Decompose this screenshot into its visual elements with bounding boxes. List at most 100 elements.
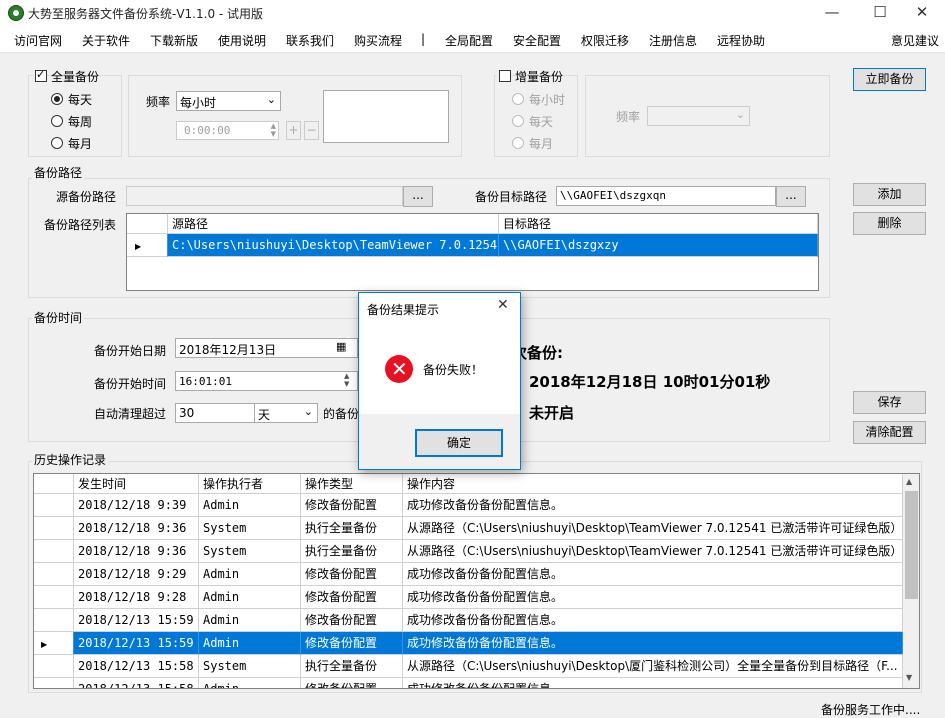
history-cell-time[interactable]: 2018/12/13 15:59: [74, 609, 199, 632]
history-cell-time[interactable]: 2018/12/18 9:29: [74, 563, 199, 586]
history-header-content[interactable]: 操作内容: [403, 474, 903, 494]
history-cell-time[interactable]: 2018/12/13 15:58: [74, 678, 199, 688]
history-header-type[interactable]: 操作类型: [301, 474, 403, 494]
minimize-button[interactable]: —: [809, 0, 855, 26]
full-daily-radio[interactable]: [51, 93, 63, 105]
menu-download[interactable]: 下载新版: [150, 32, 198, 49]
start-date-input[interactable]: 2018年12月13日 ▦: [175, 338, 358, 358]
menu-manual[interactable]: 使用说明: [218, 32, 266, 49]
scroll-down-icon[interactable]: ▼: [906, 673, 912, 682]
close-window-button[interactable]: ✕: [899, 0, 945, 26]
history-cell-content[interactable]: 从源路径（C:\Users\niushuyi\Desktop\TeamViewe…: [403, 540, 903, 563]
history-cell-type[interactable]: 修改备份配置: [301, 563, 403, 586]
history-cell-time[interactable]: 2018/12/18 9:36: [74, 540, 199, 563]
time-spinner-icon[interactable]: ▲ ▼: [271, 122, 276, 138]
dialog-close-button[interactable]: ✕: [497, 297, 509, 313]
history-group-label: 历史操作记录: [32, 451, 109, 468]
history-cell-user[interactable]: Admin: [199, 494, 301, 517]
incremental-backup-checkbox[interactable]: [499, 70, 511, 82]
path-list-table[interactable]: 源路径 目标路径 ▶ C:\Users\niushuyi\Desktop\Tea…: [126, 213, 819, 291]
history-cell-content[interactable]: 成功修改备份备份配置信息。: [403, 586, 903, 609]
full-frequency-select[interactable]: 每小时 ⌄: [176, 91, 281, 111]
history-scrollbar[interactable]: ▲ ▼: [903, 474, 919, 688]
history-cell-user[interactable]: Admin: [199, 563, 301, 586]
menu-official-site[interactable]: 访问官网: [14, 32, 62, 49]
inc-monthly-radio[interactable]: [512, 137, 524, 149]
menu-remote-help[interactable]: 远程协助: [717, 32, 765, 49]
history-cell-time[interactable]: 2018/12/13 15:58: [74, 655, 199, 678]
source-path-input[interactable]: [126, 186, 403, 206]
history-cell-time[interactable]: 2018/12/18 9:28: [74, 586, 199, 609]
path-header-source[interactable]: 源路径: [168, 214, 499, 234]
history-cell-content[interactable]: 成功修改备份备份配置信息。: [403, 632, 903, 655]
history-cell-type[interactable]: 执行全量备份: [301, 540, 403, 563]
history-cell-type[interactable]: 修改备份配置: [301, 494, 403, 517]
history-cell-time[interactable]: 2018/12/18 9:36: [74, 517, 199, 540]
full-backup-checkbox[interactable]: ✓: [35, 68, 47, 82]
path-row-source[interactable]: C:\Users\niushuyi\Desktop\TeamViewer 7.0…: [168, 234, 499, 257]
history-cell-user[interactable]: Admin: [199, 586, 301, 609]
history-cell-user[interactable]: System: [199, 517, 301, 540]
history-cell-content[interactable]: 成功修改备份备份配置信息。: [403, 563, 903, 586]
menu-feedback[interactable]: 意见建议: [891, 32, 939, 49]
target-browse-button[interactable]: ...: [776, 186, 806, 207]
history-cell-content[interactable]: 成功修改备份备份配置信息。: [403, 678, 903, 688]
history-table[interactable]: 发生时间 操作执行者 操作类型 操作内容 2018/12/18 9:39 Admi…: [33, 473, 920, 689]
menu-about[interactable]: 关于软件: [82, 32, 130, 49]
app-logo-icon: [8, 5, 24, 21]
menu-contact[interactable]: 联系我们: [286, 32, 334, 49]
menu-security-config[interactable]: 安全配置: [513, 32, 561, 49]
full-time-input[interactable]: 0:00:00 ▲ ▼: [176, 121, 279, 140]
scroll-up-icon[interactable]: ▲: [906, 477, 912, 486]
scrollbar-thumb[interactable]: [905, 491, 918, 599]
history-cell-user[interactable]: Admin: [199, 678, 301, 688]
full-weekly-radio[interactable]: [51, 115, 63, 127]
history-cell-type[interactable]: 执行全量备份: [301, 517, 403, 540]
history-cell-type[interactable]: 执行全量备份: [301, 655, 403, 678]
dialog-ok-button[interactable]: 确定: [415, 429, 503, 457]
menu-purchase[interactable]: 购买流程: [354, 32, 402, 49]
save-button[interactable]: 保存: [853, 391, 926, 414]
history-cell-content[interactable]: 从源路径（C:\Users\niushuyi\Desktop\TeamViewe…: [403, 517, 903, 540]
history-header-time[interactable]: 发生时间: [74, 474, 199, 494]
history-cell-user[interactable]: System: [199, 540, 301, 563]
full-time-list[interactable]: [323, 90, 449, 143]
full-monthly-radio[interactable]: [51, 137, 63, 149]
source-browse-button[interactable]: ...: [403, 186, 433, 207]
time-spinner-icon[interactable]: ▲ ▼: [344, 372, 349, 388]
history-header-user[interactable]: 操作执行者: [199, 474, 301, 494]
start-time-value: 16:01:01: [179, 375, 232, 388]
history-cell-user[interactable]: Admin: [199, 632, 301, 655]
start-time-input[interactable]: 16:01:01 ▲ ▼: [175, 371, 358, 391]
history-cell-user[interactable]: Admin: [199, 609, 301, 632]
calendar-icon[interactable]: ▦: [336, 340, 346, 353]
add-path-button[interactable]: 添加: [853, 183, 926, 206]
history-cell-content[interactable]: 从源路径（C:\Users\niushuyi\Desktop\厦门鉴科检测公司）…: [403, 655, 903, 678]
menu-global-config[interactable]: 全局配置: [445, 32, 493, 49]
full-time-minus-button[interactable]: −: [304, 121, 319, 140]
history-cell-type[interactable]: 修改备份配置: [301, 586, 403, 609]
history-cell-user[interactable]: System: [199, 655, 301, 678]
path-header-target[interactable]: 目标路径: [499, 214, 818, 234]
maximize-button[interactable]: ☐: [857, 0, 903, 26]
path-row-target[interactable]: \\GAOFEI\dszgxzy: [499, 234, 818, 257]
menu-registration[interactable]: 注册信息: [649, 32, 697, 49]
backup-now-button[interactable]: 立即备份: [853, 68, 926, 91]
history-cell-type[interactable]: 修改备份配置: [301, 678, 403, 688]
target-path-input[interactable]: \\GAOFEI\dszgxqn: [556, 186, 776, 206]
clear-config-button[interactable]: 清除配置: [853, 421, 926, 444]
auto-clean-days-input[interactable]: 30: [175, 403, 255, 423]
delete-path-button[interactable]: 删除: [853, 212, 926, 235]
history-cell-time[interactable]: 2018/12/18 9:39: [74, 494, 199, 517]
inc-daily-radio[interactable]: [512, 115, 524, 127]
history-cell-time[interactable]: 2018/12/13 15:59: [74, 632, 199, 655]
inc-frequency-select[interactable]: ⌄: [647, 106, 750, 126]
full-time-plus-button[interactable]: +: [286, 121, 301, 140]
history-cell-type[interactable]: 修改备份配置: [301, 609, 403, 632]
inc-hourly-radio[interactable]: [512, 93, 524, 105]
menu-permission-migration[interactable]: 权限迁移: [581, 32, 629, 49]
auto-clean-unit-select[interactable]: 天 ⌄: [254, 403, 318, 423]
history-cell-type[interactable]: 修改备份配置: [301, 632, 403, 655]
history-cell-content[interactable]: 成功修改备份备份配置信息。: [403, 494, 903, 517]
history-cell-content[interactable]: 成功修改备份备份配置信息。: [403, 609, 903, 632]
